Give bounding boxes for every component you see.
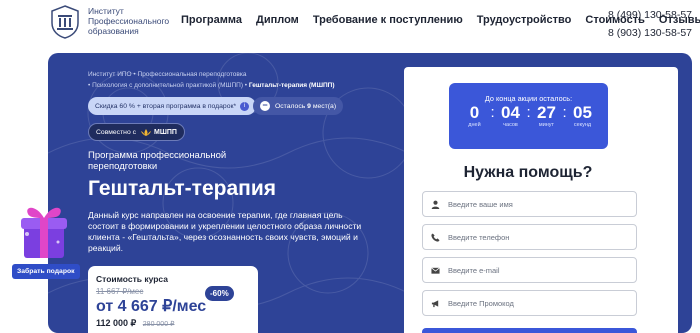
countdown-unit: часов [503,122,518,128]
nav-item-program[interactable]: Программа [181,14,242,26]
nav-item-diploma[interactable]: Диплом [256,14,299,26]
seats-suffix: мест(а) [312,102,337,110]
breadcrumb: Институт ИПО • Профессиональная переподг… [88,71,335,89]
nav-item-requirements[interactable]: Требование к поступлению [313,14,463,26]
lotus-icon [141,128,152,136]
countdown-timer: До конца акции осталось: 0 дней : 04 часов… [449,83,608,149]
countdown-hours: 04 [501,103,520,122]
price-total: 112 000 ₽ 280 000 ₽ [96,318,250,329]
email-field[interactable]: Введите e-mail [422,257,637,283]
price-label: Стоимость курса [96,274,168,284]
partner-logo: МШПП [140,128,177,137]
info-icon[interactable]: i [240,101,250,111]
brand-line: Институт [88,6,124,16]
phone-link[interactable]: 8 (903) 130-58-57 [608,24,692,42]
user-icon [431,200,440,209]
price-total-value: 112 000 ₽ [96,318,137,328]
megaphone-icon [431,299,439,307]
promo-placeholder: Введите Промокод [448,298,514,308]
name-placeholder: Введите ваше имя [448,199,513,209]
minus-icon: − [260,101,270,111]
get-gift-button[interactable]: Забрать подарок [12,264,80,279]
countdown-unit: минут [538,122,555,128]
seats-pill: − Осталось 9 мест(а) [253,97,344,115]
nav-item-employment[interactable]: Трудоустройство [477,14,572,26]
submit-button[interactable] [422,328,637,333]
breadcrumb-link[interactable]: Психология с дополнительной практикой (М… [92,82,243,89]
countdown-minutes: 27 [537,103,556,122]
discount-badge: -60% [205,286,234,301]
price-card: Стоимость курса 11 667 ₽/мес от 4 667 ₽/… [88,266,258,333]
site-header: Институт Профессионального образования П… [0,0,700,52]
seats-prefix: Осталось [275,102,306,110]
brand-line: образования [88,26,139,36]
phone-link[interactable]: 8 (499) 130-58-57 [608,6,692,24]
promo-field[interactable]: Введите Промокод [422,290,637,316]
seats-count: 9 [307,102,311,110]
phone-icon [431,232,440,242]
institute-logo-icon[interactable] [50,5,80,39]
page-title: Гештальт-терапия [88,177,276,200]
breadcrumb-link[interactable]: Институт ИПО [88,71,132,78]
countdown-seconds: 05 [573,103,592,122]
phone-placeholder: Введите телефон [448,232,510,242]
countdown-label: До конца акции осталось: [484,94,573,103]
brand-name[interactable]: Институт Профессионального образования [88,6,170,36]
phones: 8 (499) 130-58-57 8 (903) 130-58-57 [608,6,692,42]
program-description: Данный курс направлен на освоение терапи… [88,210,362,253]
countdown-days: 0 [469,103,480,122]
program-subtitle: Программа профессиональной переподготовк… [88,150,227,172]
email-placeholder: Введите e-mail [448,265,500,275]
discount-text: Скидка 60 % + вторая программа в подарок… [95,102,237,110]
partner-label: Совместно с [96,128,137,136]
envelope-icon [431,267,440,274]
breadcrumb-current: Гештальт-терапия (МШПП) [248,82,335,89]
form-title: Нужна помощь? [463,164,593,181]
partner-pill: Совместно с МШПП [88,123,185,141]
brand-line: Профессионального [88,16,170,26]
help-form: До конца акции осталось: 0 дней : 04 часов… [404,67,678,333]
name-field[interactable]: Введите ваше имя [422,191,637,217]
price-total-old: 280 000 ₽ [142,321,175,328]
discount-pill[interactable]: Скидка 60 % + вторая программа в подарок… [88,97,257,115]
gift-icon[interactable] [18,198,70,262]
hero-section: Институт ИПО • Профессиональная переподг… [48,53,692,333]
countdown-unit: секунд [573,122,592,128]
partner-name: МШПП [154,128,177,136]
countdown-unit: дней [468,122,481,128]
breadcrumb-link[interactable]: Профессиональная переподготовка [138,71,247,78]
phone-field[interactable]: Введите телефон [422,224,637,250]
